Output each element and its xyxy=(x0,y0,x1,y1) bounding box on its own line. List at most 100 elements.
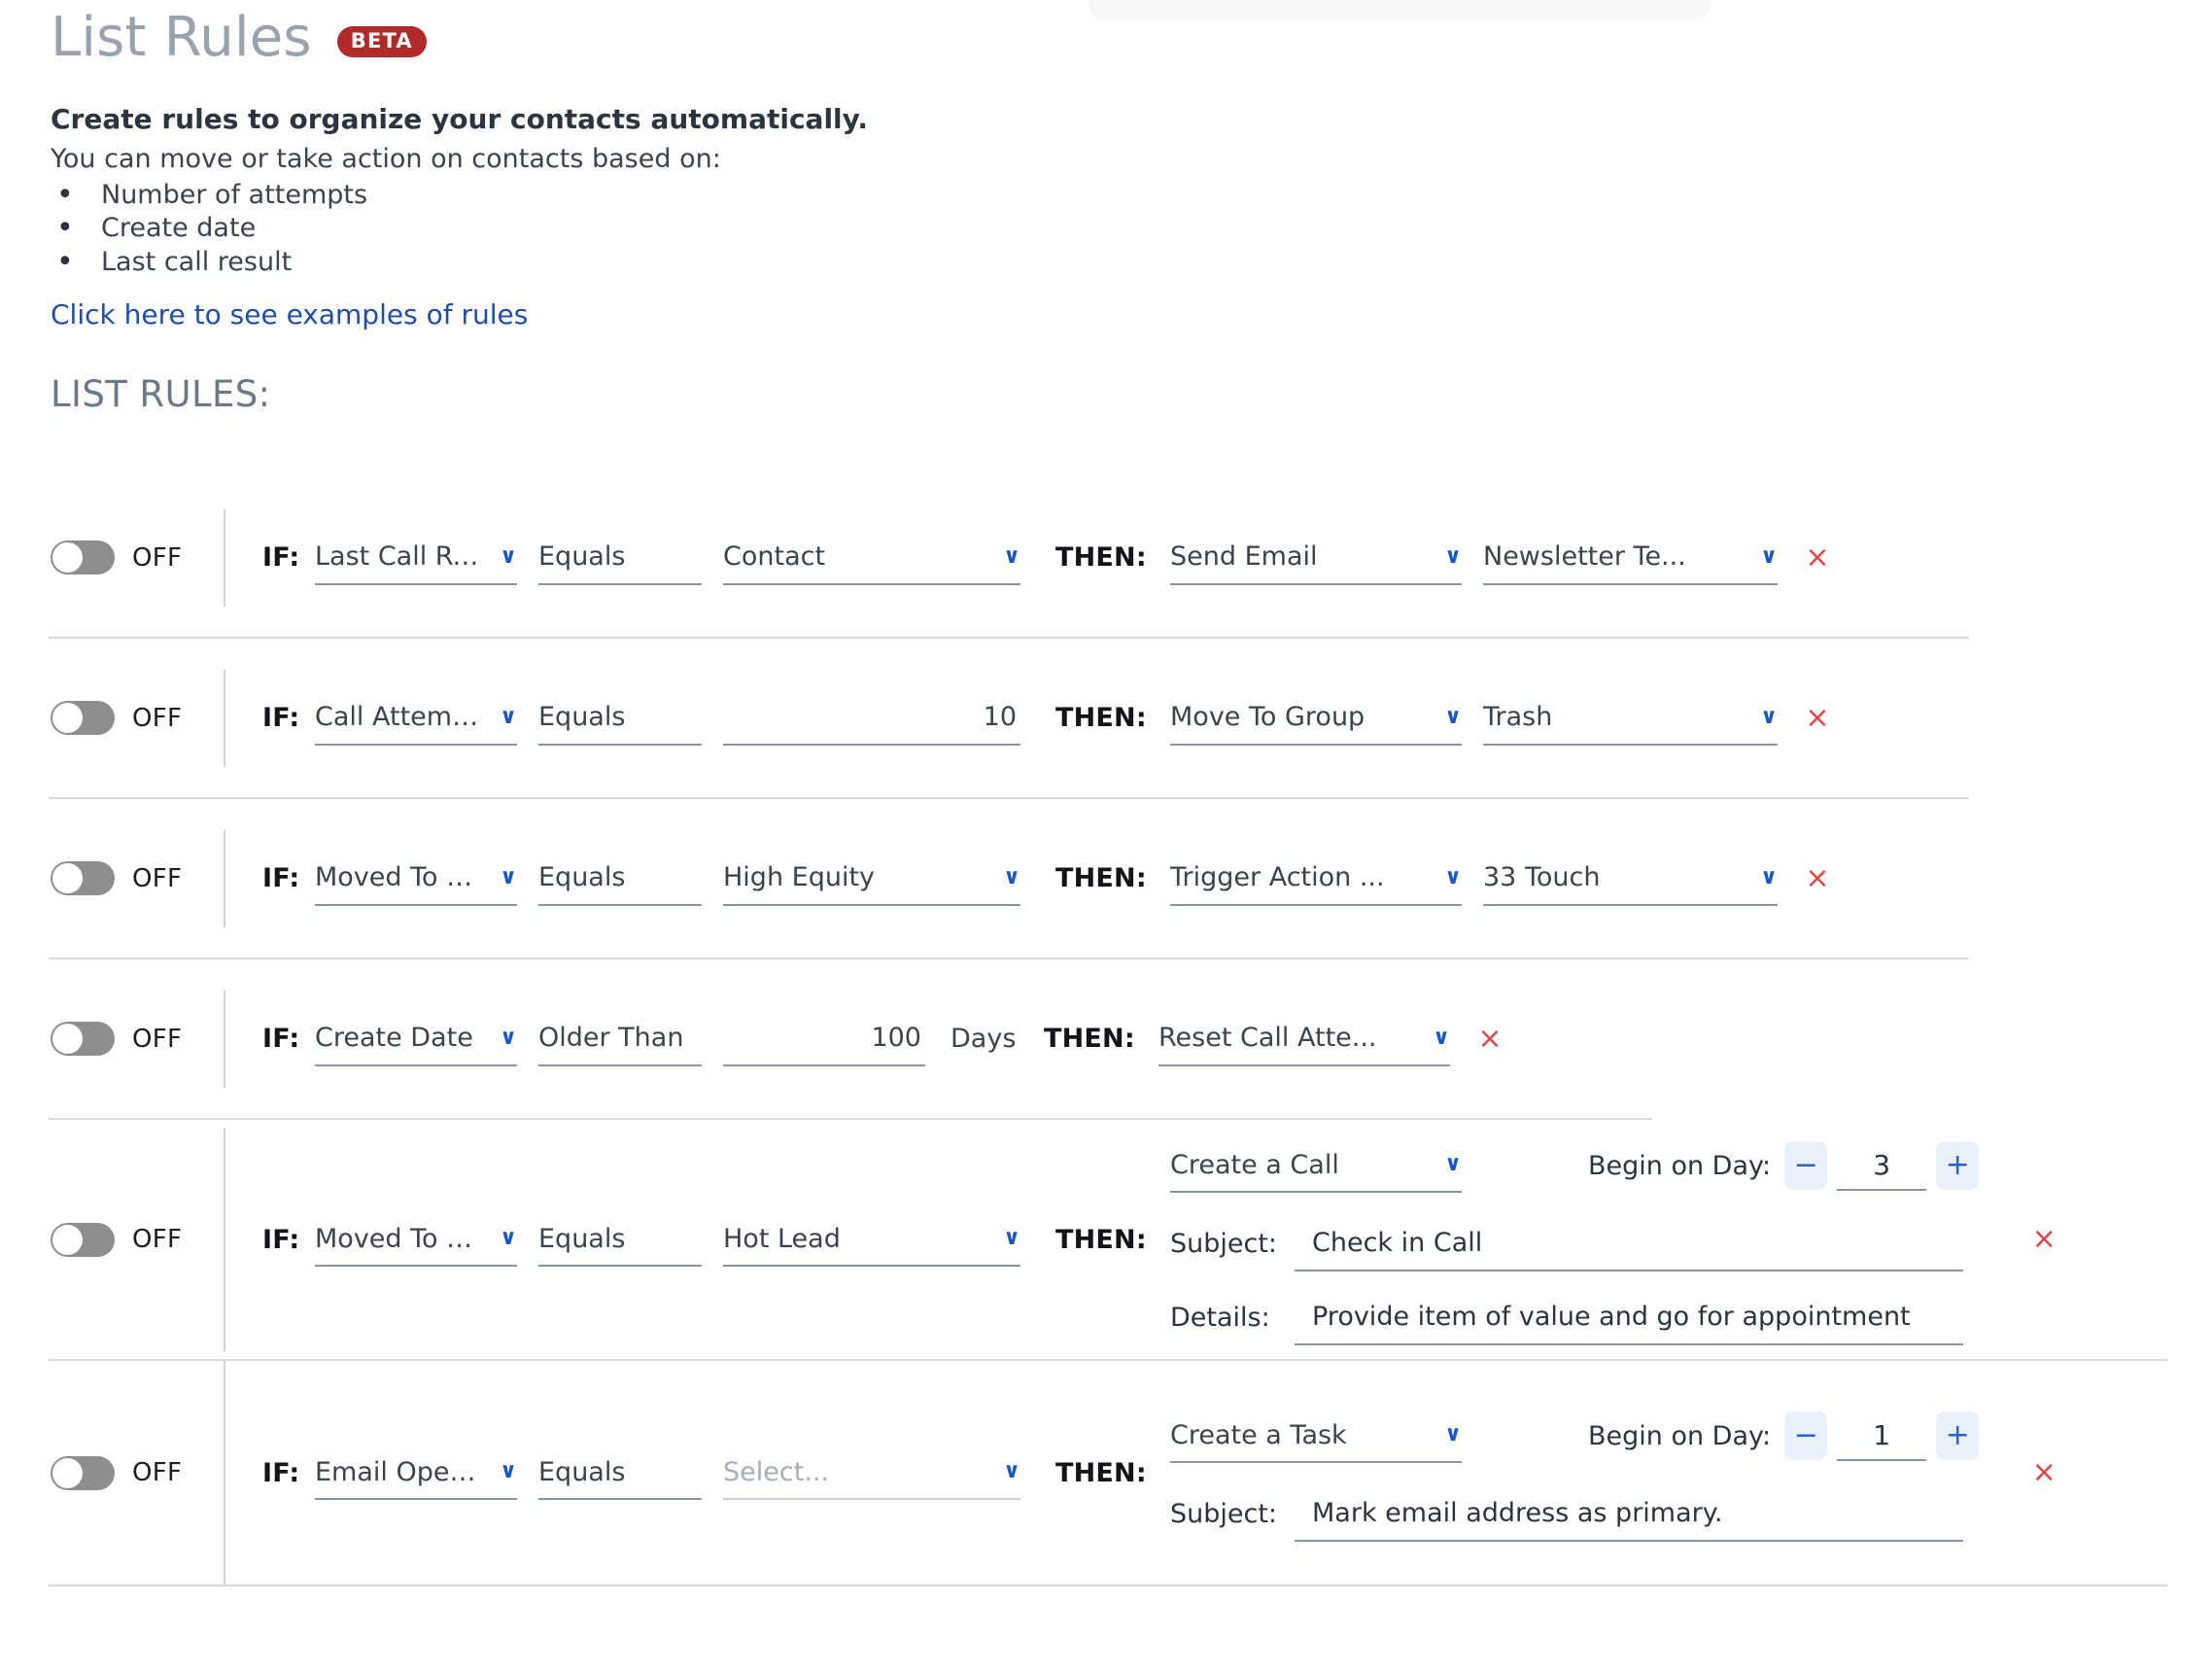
delete-rule-button[interactable]: × xyxy=(1803,542,1832,573)
condition-value-select[interactable]: Select... ∨ xyxy=(723,1446,1020,1500)
toggle-knob xyxy=(52,863,83,893)
condition-value: Last Call Result xyxy=(315,541,486,572)
operator-select[interactable]: Older Than xyxy=(538,1012,702,1066)
action-value: Reset Call Atte... xyxy=(1158,1023,1377,1053)
action-target-select[interactable]: Trash ∨ xyxy=(1483,691,1778,746)
rule-enable-toggle[interactable] xyxy=(51,1222,115,1257)
then-label: THEN: xyxy=(1044,1024,1135,1054)
toggle-state-label: OFF xyxy=(132,703,183,733)
operator-select[interactable]: Equals xyxy=(538,852,702,906)
intro-heading: Create rules to organize your contacts a… xyxy=(51,103,868,135)
rule-row: OFF IF: Moved To Group ∨ Equals Hot Lead… xyxy=(0,1120,2212,1361)
operator-select[interactable]: Equals xyxy=(538,531,702,585)
chevron-down-icon: ∨ xyxy=(1760,864,1778,889)
condition-value-input[interactable]: 100 xyxy=(723,1012,925,1066)
condition-value-select[interactable]: Hot Lead ∨ xyxy=(723,1212,1020,1267)
rule-row: OFF IF: Moved To List ∨ Equals High Equi… xyxy=(0,799,2212,959)
rule-row: OFF IF: Create Date ∨ Older Than 100 Day… xyxy=(0,959,2212,1120)
list-item: Create date xyxy=(51,213,2091,245)
decrement-button[interactable]: − xyxy=(1784,1411,1828,1460)
decrement-button[interactable]: − xyxy=(1784,1141,1828,1190)
list-rules-section-label: LIST RULES: xyxy=(51,373,271,416)
condition-value-select[interactable]: High Equity ∨ xyxy=(723,852,1020,906)
value-text: 10 xyxy=(983,702,1017,732)
action-target-select[interactable]: 33 Touch ∨ xyxy=(1483,852,1778,906)
toggle-state-label: OFF xyxy=(132,1458,183,1487)
operator-select[interactable]: Equals xyxy=(538,691,702,746)
subject-input[interactable]: Mark email address as primary. xyxy=(1295,1485,1963,1542)
operator-value: Equals xyxy=(538,702,626,732)
condition-select[interactable]: Email Opened ∨ xyxy=(315,1446,517,1500)
action-select[interactable]: Reset Call Atte... ∨ xyxy=(1158,1012,1450,1066)
rule-row: OFF IF: Call Attempts ∨ Equals 10 THEN: … xyxy=(0,639,2212,799)
action-target-select[interactable]: Newsletter Te... ∨ xyxy=(1483,531,1778,585)
chevron-down-icon: ∨ xyxy=(500,1025,517,1050)
rule-row: OFF IF: Last Call Result ∨ Equals Contac… xyxy=(0,478,2212,639)
operator-select[interactable]: Equals xyxy=(538,1212,702,1267)
delete-rule-button[interactable]: × xyxy=(2029,1225,2058,1254)
rule-enable-toggle[interactable] xyxy=(51,1022,115,1056)
details-input[interactable]: Provide item of value and go for appoint… xyxy=(1295,1289,1963,1345)
subject-input[interactable]: Check in Call xyxy=(1295,1215,1963,1271)
rule-toggle-cell: OFF xyxy=(51,701,224,735)
action-select[interactable]: Move To Group ∨ xyxy=(1170,691,1462,746)
condition-select[interactable]: Moved To List ∨ xyxy=(315,852,517,906)
condition-select[interactable]: Create Date ∨ xyxy=(315,1012,517,1066)
delete-rule-button[interactable]: × xyxy=(2029,1458,2058,1487)
chevron-down-icon: ∨ xyxy=(1444,543,1462,569)
toggle-knob xyxy=(52,703,83,733)
action-value: Create a Call xyxy=(1170,1149,1339,1180)
details-value: Provide item of value and go for appoint… xyxy=(1312,1301,1911,1332)
if-label: IF: xyxy=(262,703,300,733)
details-label: Details: xyxy=(1170,1302,1270,1333)
delete-rule-button[interactable]: × xyxy=(1803,703,1832,733)
list-item: Number of attempts xyxy=(51,179,2091,211)
toggle-knob xyxy=(52,542,83,573)
if-label: IF: xyxy=(262,1224,300,1255)
condition-select[interactable]: Moved To Group ∨ xyxy=(315,1212,517,1267)
condition-select[interactable]: Call Attempts ∨ xyxy=(315,691,517,746)
chevron-down-icon: ∨ xyxy=(500,1226,517,1250)
rule-enable-toggle[interactable] xyxy=(51,861,115,895)
rule-enable-toggle[interactable] xyxy=(51,701,115,735)
operator-value: Equals xyxy=(538,1456,626,1487)
toggle-knob xyxy=(52,1224,83,1255)
subject-value: Check in Call xyxy=(1312,1227,1483,1258)
action-target-value: 33 Touch xyxy=(1483,862,1601,892)
increment-button[interactable]: + xyxy=(1936,1141,1980,1190)
delete-rule-button[interactable]: × xyxy=(1475,1024,1504,1054)
list-rules-page: List Rules BETA Create rules to organize… xyxy=(0,0,2212,1672)
condition-value-input[interactable]: 10 xyxy=(723,691,1020,746)
action-select[interactable]: Trigger Action ... ∨ xyxy=(1170,852,1462,906)
action-value: Move To Group xyxy=(1170,702,1365,732)
toggle-state-label: OFF xyxy=(132,1225,183,1254)
action-select[interactable]: Create a Task ∨ xyxy=(1170,1409,1462,1463)
action-select[interactable]: Send Email ∨ xyxy=(1170,531,1462,585)
action-select[interactable]: Create a Call ∨ xyxy=(1170,1138,1462,1193)
chevron-down-icon: ∨ xyxy=(1003,1226,1020,1250)
action-value: Send Email xyxy=(1170,541,1318,572)
condition-value-select[interactable]: Contact ∨ xyxy=(723,531,1020,585)
subject-value: Mark email address as primary. xyxy=(1312,1497,1723,1528)
action-target-value: Trash xyxy=(1483,702,1553,732)
delete-rule-button[interactable]: × xyxy=(1803,863,1832,893)
chevron-down-icon: ∨ xyxy=(1003,1459,1020,1483)
subject-label: Subject: xyxy=(1170,1228,1278,1259)
then-label: THEN: xyxy=(1055,703,1147,733)
rules-list: OFF IF: Last Call Result ∨ Equals Contac… xyxy=(0,478,2212,1586)
increment-button[interactable]: + xyxy=(1936,1411,1980,1460)
action-value: Trigger Action ... xyxy=(1170,862,1385,892)
operator-value: Equals xyxy=(538,541,626,572)
begin-on-day-value[interactable]: 3 xyxy=(1837,1140,1927,1191)
rule-enable-toggle[interactable] xyxy=(51,1455,115,1490)
begin-on-day-value[interactable]: 1 xyxy=(1837,1411,1927,1461)
chevron-down-icon: ∨ xyxy=(1433,1025,1450,1050)
begin-on-day-stepper: − 1 + xyxy=(1784,1411,1980,1461)
action-target-value: Newsletter Te... xyxy=(1483,541,1686,572)
rule-enable-toggle[interactable] xyxy=(51,540,115,575)
condition-select[interactable]: Last Call Result ∨ xyxy=(315,531,517,585)
operator-select[interactable]: Equals xyxy=(538,1446,702,1500)
intro-subtext: You can move or take action on contacts … xyxy=(51,143,721,174)
rule-examples-link[interactable]: Click here to see examples of rules xyxy=(51,298,528,331)
operator-value: Equals xyxy=(538,862,626,892)
